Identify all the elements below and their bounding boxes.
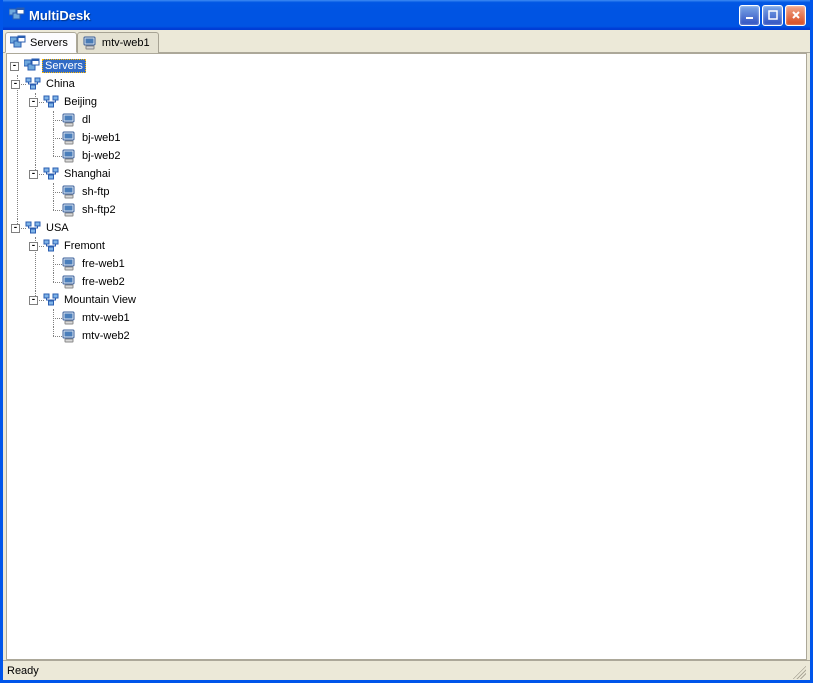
tree-node[interactable]: - Servers: [10, 57, 806, 75]
tree-node-label[interactable]: bj-web1: [79, 131, 124, 145]
group-icon: [25, 76, 41, 92]
app-window: MultiDesk Servers mtv-web1 -Servers-Chin…: [0, 0, 813, 683]
window-buttons: [739, 5, 806, 26]
tree-node[interactable]: mtv-web1: [64, 309, 806, 327]
collapse-icon[interactable]: -: [29, 242, 38, 251]
group-icon: [43, 238, 59, 254]
collapse-icon[interactable]: -: [29, 170, 38, 179]
tree-pane[interactable]: -Servers-China-Beijingdlbj-web1bj-web2-S…: [6, 53, 807, 660]
tree-node[interactable]: -Shanghai: [46, 165, 806, 183]
computer-icon: [61, 310, 77, 326]
window-title: MultiDesk: [29, 8, 739, 23]
no-expander: [47, 134, 56, 143]
group-icon: [43, 94, 59, 110]
tree-node[interactable]: -USA: [28, 219, 806, 237]
computer-icon: [61, 328, 77, 344]
servers-icon: [24, 58, 40, 74]
computer-icon: [61, 274, 77, 290]
app-icon: [9, 7, 25, 23]
no-expander: [47, 260, 56, 269]
tree-node-label[interactable]: USA: [43, 221, 72, 235]
computer-icon: [61, 184, 77, 200]
tree-node-label[interactable]: sh-ftp2: [79, 203, 119, 217]
collapse-icon[interactable]: -: [29, 98, 38, 107]
computer-icon: [61, 202, 77, 218]
tree-node-label[interactable]: Mountain View: [61, 293, 139, 307]
tree-node-label[interactable]: fre-web1: [79, 257, 128, 271]
tree-node-label[interactable]: Fremont: [61, 239, 108, 253]
computer-icon: [61, 148, 77, 164]
no-expander: [47, 332, 56, 341]
collapse-icon[interactable]: -: [11, 224, 20, 233]
group-icon: [43, 166, 59, 182]
resize-grip-icon[interactable]: [791, 664, 806, 679]
tree-node[interactable]: bj-web1: [64, 129, 806, 147]
collapse-icon[interactable]: -: [29, 296, 38, 305]
tabstrip: Servers mtv-web1: [3, 30, 810, 53]
statusbar: Ready: [3, 660, 810, 680]
computer-icon: [61, 256, 77, 272]
tree-node-label[interactable]: Shanghai: [61, 167, 114, 181]
tree-node[interactable]: sh-ftp: [64, 183, 806, 201]
collapse-icon[interactable]: -: [10, 62, 19, 71]
computer-icon: [61, 130, 77, 146]
no-expander: [47, 314, 56, 323]
tree-node-label[interactable]: Servers: [42, 59, 86, 73]
tree-node[interactable]: sh-ftp2: [64, 201, 806, 219]
tree-node-label[interactable]: bj-web2: [79, 149, 124, 163]
no-expander: [47, 206, 56, 215]
tree-node-label[interactable]: China: [43, 77, 78, 91]
no-expander: [47, 116, 56, 125]
titlebar[interactable]: MultiDesk: [3, 0, 810, 30]
tree-node[interactable]: -Beijing: [46, 93, 806, 111]
tree-node[interactable]: bj-web2: [64, 147, 806, 165]
no-expander: [47, 188, 56, 197]
tab-mtv-web1[interactable]: mtv-web1: [77, 32, 159, 53]
minimize-button[interactable]: [739, 5, 760, 26]
computer-icon: [61, 112, 77, 128]
status-text: Ready: [7, 665, 791, 677]
no-expander: [47, 152, 56, 161]
tree-node-label[interactable]: Beijing: [61, 95, 100, 109]
tree-node[interactable]: fre-web1: [64, 255, 806, 273]
tree-node[interactable]: fre-web2: [64, 273, 806, 291]
collapse-icon[interactable]: -: [11, 80, 20, 89]
tree-node-label[interactable]: dl: [79, 113, 94, 127]
tab-servers[interactable]: Servers: [5, 32, 77, 53]
group-icon: [25, 220, 41, 236]
tree-node-label[interactable]: mtv-web2: [79, 329, 133, 343]
tab-label: mtv-web1: [102, 37, 150, 49]
tree-node[interactable]: mtv-web2: [64, 327, 806, 345]
tree-node-label[interactable]: fre-web2: [79, 275, 128, 289]
tree-node-label[interactable]: mtv-web1: [79, 311, 133, 325]
tree-node[interactable]: -Mountain View: [46, 291, 806, 309]
no-expander: [47, 278, 56, 287]
tree-node[interactable]: -China: [28, 75, 806, 93]
computer-icon: [82, 35, 98, 51]
server-tree[interactable]: -Servers-China-Beijingdlbj-web1bj-web2-S…: [10, 57, 806, 345]
maximize-button[interactable]: [762, 5, 783, 26]
group-icon: [43, 292, 59, 308]
servers-icon: [10, 35, 26, 51]
close-button[interactable]: [785, 5, 806, 26]
tab-label: Servers: [30, 37, 68, 49]
tree-node[interactable]: -Fremont: [46, 237, 806, 255]
tree-node-label[interactable]: sh-ftp: [79, 185, 113, 199]
tree-node[interactable]: dl: [64, 111, 806, 129]
